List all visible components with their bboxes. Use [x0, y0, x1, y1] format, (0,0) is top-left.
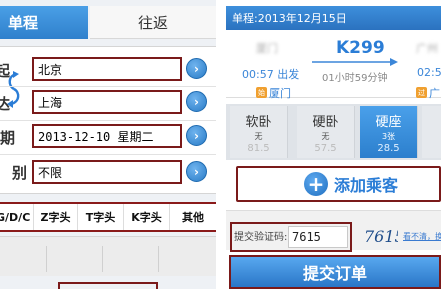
travel-duration: 01小时59分钟	[322, 73, 388, 84]
train-type-k[interactable]: K字头	[124, 204, 170, 230]
depart-station-row: 始厦门	[256, 82, 291, 101]
bottom-placeholder-row	[0, 236, 216, 276]
highlight-frame	[58, 282, 158, 289]
from-station-input[interactable]: 北京	[32, 57, 182, 81]
train-type-z[interactable]: Z字头	[34, 204, 78, 230]
tab-round-trip[interactable]: 往返	[90, 6, 216, 39]
divider	[0, 120, 216, 121]
seat-option-soft-sleeper[interactable]: 软卧 无 81.5	[230, 106, 288, 158]
seat-price: 28.5	[377, 143, 400, 154]
arrive-station-blurred: 广州	[416, 42, 438, 55]
train-type-other[interactable]: 其他	[170, 204, 216, 230]
arrive-station: 广	[429, 87, 440, 100]
arrive-time: 02:56	[417, 66, 441, 79]
seat-name: 硬卧	[312, 115, 339, 130]
date-select-arrow-icon[interactable]: ›	[186, 125, 207, 146]
captcha-digits: 7615	[364, 227, 398, 246]
seat-option-hard-seat[interactable]: 硬座 3张 28.5	[360, 106, 418, 158]
class-select-arrow-icon[interactable]: ›	[186, 161, 207, 182]
divider	[0, 154, 216, 155]
divider	[46, 246, 47, 272]
divider	[158, 246, 159, 272]
train-type-gdc[interactable]: G/D/C	[0, 204, 34, 230]
from-label: 起	[0, 62, 11, 80]
left-screen: 单程 往返 起 北京 › 达 上海 › 期 2013-12-10 星期二 › 别…	[0, 0, 216, 289]
seat-class-input[interactable]: 不限	[32, 160, 182, 184]
depart-station: 厦门	[269, 87, 291, 100]
captcha-input[interactable]: 7615	[288, 226, 348, 248]
date-input[interactable]: 2013-12-10 星期二	[32, 124, 182, 148]
plus-icon: +	[304, 172, 328, 196]
seat-availability: 3张	[381, 132, 396, 141]
arrive-station-row: 过广	[416, 82, 440, 101]
captcha-label: 提交验证码:	[234, 232, 288, 243]
seat-name: 软卧	[245, 115, 272, 130]
seat-option-no-seat[interactable]: 无	[422, 106, 441, 158]
divider	[0, 86, 216, 87]
tab-one-way[interactable]: 单程	[0, 6, 88, 39]
seat-availability: 无	[254, 132, 263, 141]
seat-price: 57.5	[314, 143, 337, 154]
submit-order-button[interactable]: 提交订单	[229, 255, 441, 289]
depart-time: 00:57 出发	[242, 68, 300, 81]
captcha-refresh-link[interactable]: 看不清，换一	[403, 231, 441, 242]
seat-price: 81.5	[247, 143, 270, 154]
seat-availability: 无	[321, 132, 330, 141]
right-screen: 单程:2013年12月15日 厦门 K299 广州 00:57 出发 01小时5…	[226, 0, 441, 289]
divider	[102, 246, 103, 272]
date-label: 期	[0, 129, 16, 147]
captcha-image[interactable]: 7615	[362, 222, 398, 248]
pass-badge: 过	[416, 87, 427, 98]
trip-date-bar: 单程:2013年12月15日	[226, 6, 441, 30]
to-select-arrow-icon[interactable]: ›	[186, 91, 207, 112]
train-type-filter: G/D/C Z字头 T字头 K字头 其他	[0, 202, 216, 232]
class-label: 别	[12, 164, 28, 182]
depart-station-blurred: 厦门	[256, 42, 278, 55]
direction-arrow-icon	[312, 58, 398, 66]
origin-badge: 始	[256, 87, 267, 98]
add-passenger-button[interactable]: + 添加乘客	[236, 166, 441, 202]
to-station-input[interactable]: 上海	[32, 90, 182, 114]
from-select-arrow-icon[interactable]: ›	[186, 58, 207, 79]
add-passenger-label: 添加乘客	[334, 176, 399, 195]
train-type-t[interactable]: T字头	[78, 204, 124, 230]
seat-name: 硬座	[375, 115, 402, 130]
to-label: 达	[0, 95, 11, 113]
seat-option-hard-sleeper[interactable]: 硬卧 无 57.5	[297, 106, 355, 158]
seat-name: 无	[422, 111, 441, 130]
train-number: K299	[336, 38, 385, 58]
